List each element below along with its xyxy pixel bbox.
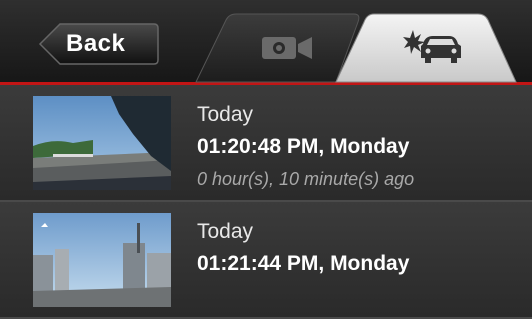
recording-day: Today xyxy=(197,220,254,243)
recording-time: 01:21:44 PM, Monday xyxy=(197,252,410,275)
video-camera-icon xyxy=(262,37,312,59)
car-crash-icon xyxy=(403,30,461,63)
recording-thumbnail xyxy=(33,213,171,307)
navigation-bar: Back xyxy=(0,0,532,85)
recording-thumbnail xyxy=(33,96,171,190)
list-item[interactable]: Today 01:21:44 PM, Monday xyxy=(0,202,532,319)
recordings-list: Today 01:20:48 PM, Monday 0 hour(s), 10 … xyxy=(0,85,532,319)
recording-elapsed: 0 hour(s), 10 minute(s) ago xyxy=(197,169,415,189)
recording-day: Today xyxy=(197,103,254,126)
list-item[interactable]: Today 01:20:48 PM, Monday 0 hour(s), 10 … xyxy=(0,85,532,202)
recording-time: 01:20:48 PM, Monday xyxy=(197,135,410,158)
